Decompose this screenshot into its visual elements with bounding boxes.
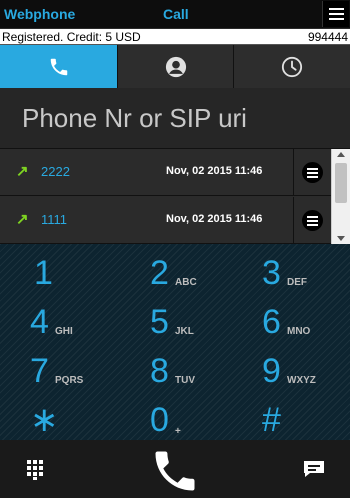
list-item[interactable]: ↗ 2222 Nov, 02 2015 11:46	[0, 149, 331, 196]
contact-icon	[165, 56, 186, 77]
tab-dial[interactable]	[0, 45, 117, 88]
call-datetime: Nov, 02 2015 11:46	[166, 165, 263, 177]
key-star[interactable]: ∗	[30, 397, 140, 446]
hamburger-icon	[307, 168, 318, 170]
row-menu-button[interactable]	[302, 210, 323, 231]
tab-contacts[interactable]	[117, 45, 233, 88]
hamburger-icon	[307, 216, 318, 218]
hamburger-icon-bar	[307, 176, 318, 178]
key-1[interactable]: 1	[34, 250, 144, 299]
list-item[interactable]: ↗ 1111 Nov, 02 2015 11:46	[0, 197, 331, 244]
key-0[interactable]: 0 +	[150, 397, 260, 446]
outgoing-arrow-icon: ↗	[16, 211, 29, 228]
key-digit: ∗	[30, 401, 59, 439]
keypad-grid-icon	[27, 460, 43, 480]
key-2[interactable]: 2 ABC	[150, 250, 260, 299]
key-letters: PQRS	[55, 375, 84, 386]
app-title: Webphone	[4, 6, 76, 22]
key-letters: WXYZ	[287, 375, 316, 386]
key-letters: MNO	[287, 326, 311, 337]
top-bar: Webphone Call	[0, 0, 350, 29]
message-button[interactable]	[298, 454, 330, 484]
scroll-up-arrow-icon[interactable]	[337, 152, 345, 157]
phone-number-input[interactable]	[22, 100, 332, 136]
key-7[interactable]: 7 PQRS	[30, 348, 140, 397]
key-9[interactable]: 9 WXYZ	[262, 348, 350, 397]
outgoing-arrow-icon: ↗	[16, 163, 29, 180]
scroll-thumb[interactable]	[335, 163, 347, 203]
key-digit: 8	[150, 352, 169, 390]
registration-status: Registered. Credit: 5 USD	[2, 30, 141, 44]
key-3[interactable]: 3 DEF	[262, 250, 350, 299]
key-letters: JKL	[175, 326, 194, 337]
scrollbar[interactable]	[331, 149, 350, 245]
key-6[interactable]: 6 MNO	[262, 299, 350, 348]
key-letters: DEF	[287, 277, 307, 288]
clock-icon	[281, 56, 303, 77]
key-hash[interactable]: #	[262, 397, 350, 446]
bottom-bar	[0, 440, 350, 498]
key-letters: +	[175, 426, 181, 437]
phone-icon	[50, 58, 67, 75]
hamburger-icon-bar	[307, 220, 318, 222]
dial-input-area	[0, 88, 350, 148]
recent-calls-list: ↗ 2222 Nov, 02 2015 11:46 ↗ 1111 Nov, 02…	[0, 148, 350, 245]
key-digit: 2	[150, 254, 169, 292]
key-digit: 0	[150, 401, 169, 439]
hamburger-icon-bar	[329, 18, 344, 20]
tab-bar	[0, 45, 350, 88]
row-menu-button[interactable]	[302, 162, 323, 183]
row-divider	[293, 197, 294, 244]
key-letters: ABC	[175, 277, 197, 288]
call-button[interactable]	[145, 444, 205, 498]
tab-history[interactable]	[233, 45, 350, 88]
page-title: Call	[163, 6, 189, 22]
status-bar: Registered. Credit: 5 USD 994444	[0, 29, 350, 45]
key-digit: 3	[262, 254, 281, 292]
hamburger-icon-bar	[307, 172, 318, 174]
scroll-down-arrow-icon[interactable]	[337, 236, 345, 241]
hamburger-icon-bar	[307, 224, 318, 226]
main-menu-button[interactable]	[322, 1, 349, 27]
row-divider	[293, 149, 294, 196]
keypad-toggle-button[interactable]	[20, 454, 50, 484]
call-handset-icon	[155, 451, 195, 491]
call-number: 1111	[41, 212, 68, 227]
key-digit: #	[262, 401, 281, 439]
key-digit: 9	[262, 352, 281, 390]
key-letters: GHI	[55, 326, 73, 337]
key-letters: TUV	[175, 375, 195, 386]
account-number: 994444	[307, 30, 348, 44]
key-digit: 7	[30, 352, 49, 390]
key-digit: 5	[150, 303, 169, 341]
key-5[interactable]: 5 JKL	[150, 299, 260, 348]
key-digit: 4	[30, 303, 49, 341]
call-number: 2222	[41, 164, 70, 179]
dial-keypad: 1 2 ABC 3 DEF 4 GHI 5 JKL 6 MNO 7 PQRS 8…	[0, 244, 350, 440]
hamburger-icon	[329, 8, 344, 10]
hamburger-icon-bar	[329, 13, 344, 15]
call-datetime: Nov, 02 2015 11:46	[166, 213, 263, 225]
key-8[interactable]: 8 TUV	[150, 348, 260, 397]
message-icon	[304, 461, 324, 477]
key-4[interactable]: 4 GHI	[30, 299, 140, 348]
key-digit: 6	[262, 303, 281, 341]
key-digit: 1	[34, 254, 53, 292]
